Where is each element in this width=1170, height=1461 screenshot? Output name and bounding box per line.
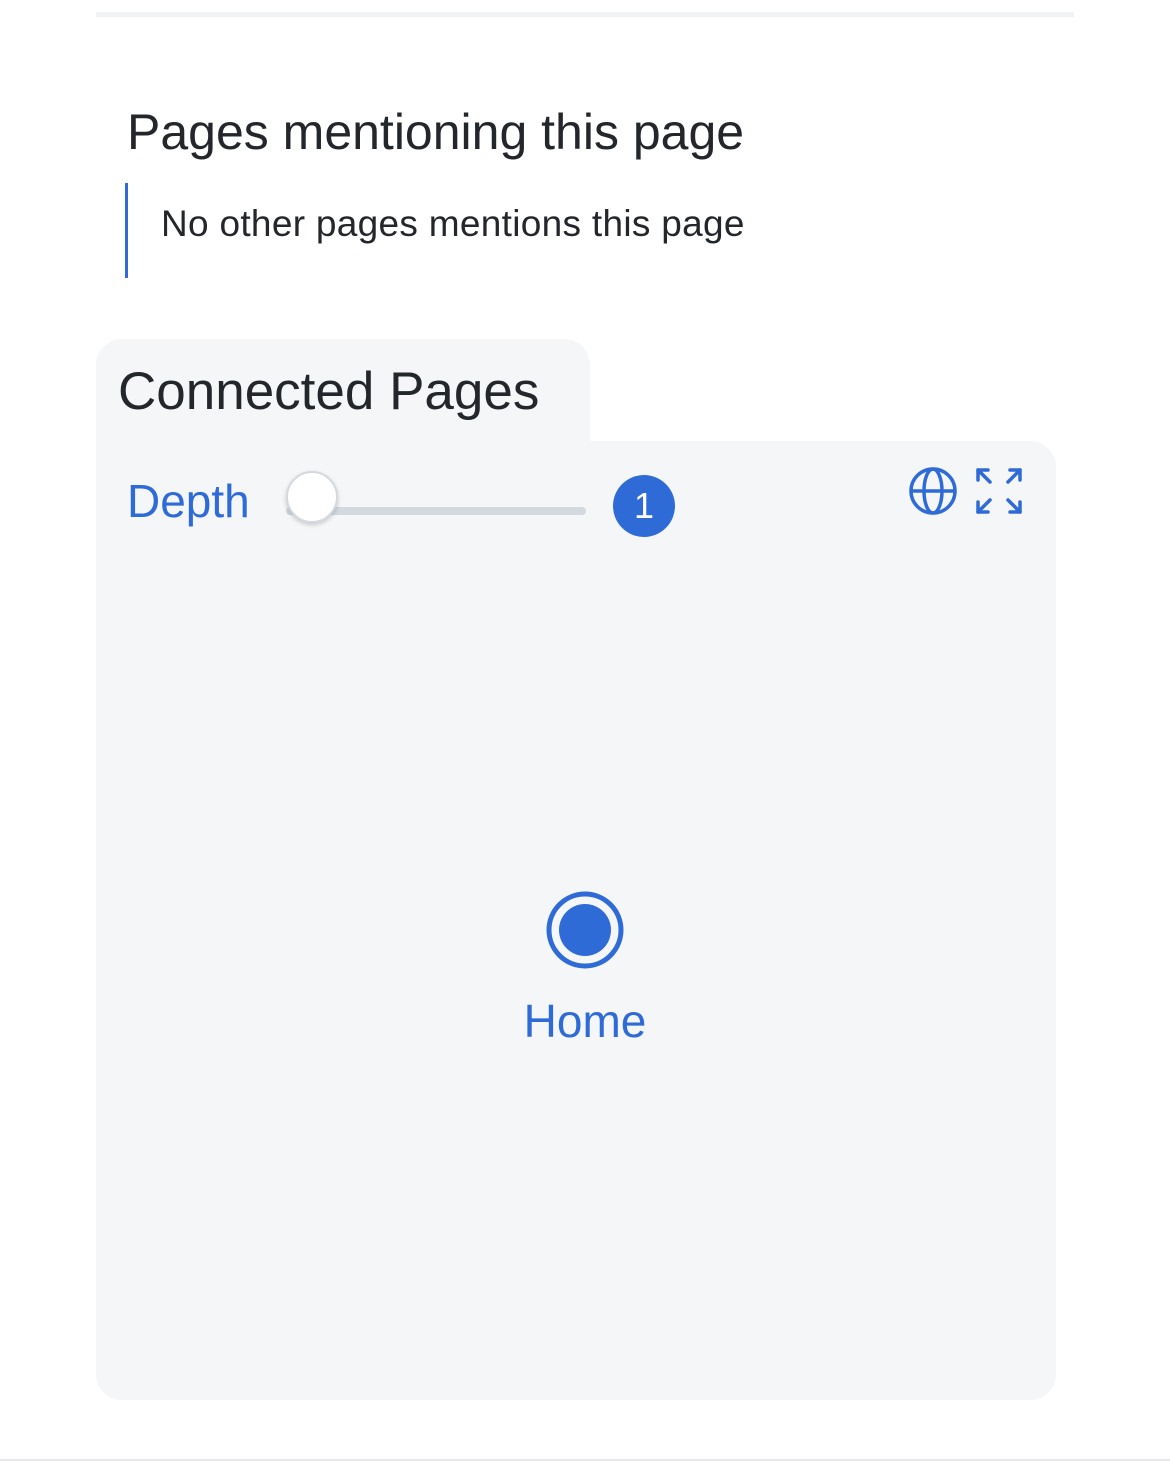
depth-slider-thumb[interactable] [286,471,338,523]
connected-pages-header: Connected Pages [96,339,590,451]
graph-node-label[interactable]: Home [485,993,685,1049]
mentions-empty-text: No other pages mentions this page [161,203,745,244]
globe-icon [909,467,957,515]
graph-node-home[interactable] [545,890,625,970]
depth-value-badge: 1 [613,475,675,537]
depth-label: Depth [127,475,250,527]
connected-pages-title: Connected Pages [118,362,540,421]
expand-icon [976,468,1022,514]
connected-pages-graph-panel[interactable]: Depth 1 Home [96,441,1056,1400]
global-graph-button[interactable] [907,465,959,517]
mentions-heading: Pages mentioning this page [127,104,745,160]
depth-slider[interactable] [286,471,586,523]
fullscreen-button[interactable] [973,465,1025,517]
top-divider [96,12,1074,17]
mentions-empty-callout: No other pages mentions this page [125,183,845,278]
